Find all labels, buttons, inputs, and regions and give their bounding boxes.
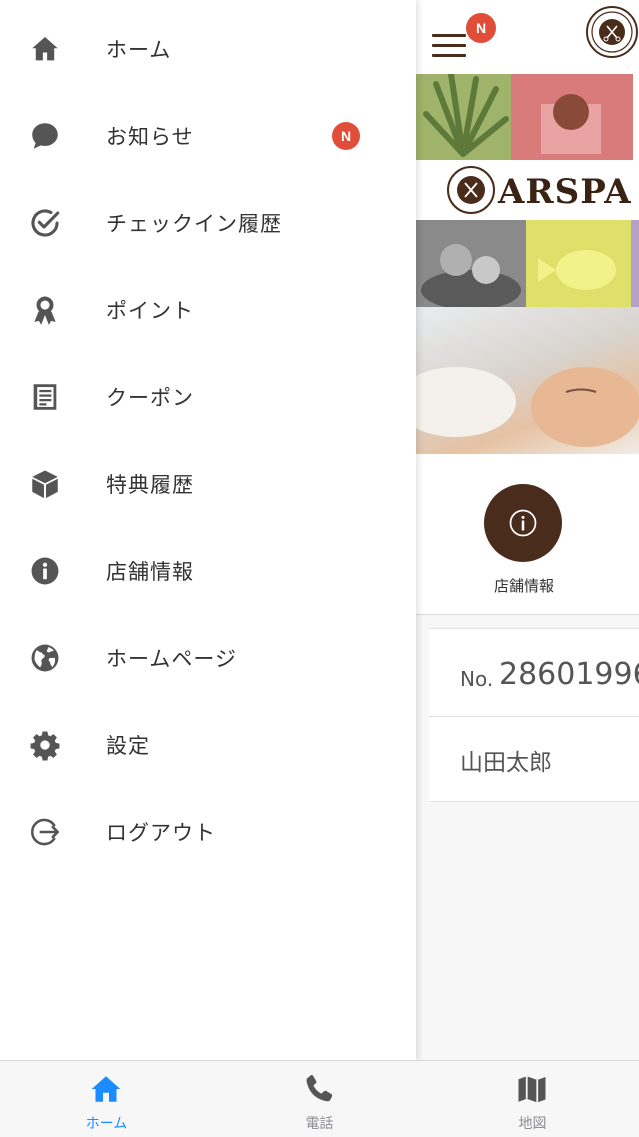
hamburger-line — [432, 54, 466, 57]
tab-label: 地図 — [518, 1116, 547, 1132]
member-name: 山田太郎 — [460, 750, 552, 776]
home-icon — [91, 1076, 121, 1102]
map-icon — [518, 1076, 546, 1103]
hamburger-line — [432, 34, 466, 37]
store-info-section: 店舗情報 — [416, 454, 639, 615]
news-new-badge: N — [332, 121, 360, 150]
drawer-item-label: ポイント — [106, 298, 194, 323]
menu-notification-badge: N — [466, 13, 496, 43]
brand-name: ARSPA — [498, 172, 632, 212]
banner-logo — [447, 166, 495, 214]
member-number-prefix: No. — [460, 667, 494, 691]
drawer-item-coupon[interactable]: クーポン — [0, 353, 416, 440]
chat-bubble-icon — [28, 119, 62, 153]
main-content: N ARSPA 店舗情報 No. 28601996 山田太郎 — [416, 0, 639, 1060]
drawer-item-label: チェックイン履歴 — [106, 211, 282, 236]
hamburger-line — [432, 44, 466, 47]
member-number-card: No. 28601996 — [429, 628, 639, 717]
drawer-item-store-info[interactable]: 店舗情報 — [0, 527, 416, 614]
phone-icon — [306, 1075, 333, 1102]
cactus-photo — [511, 74, 633, 160]
info-icon — [509, 509, 537, 537]
tab-label: 電話 — [305, 1116, 334, 1132]
logout-icon — [28, 815, 62, 849]
check-circle-icon — [28, 206, 62, 240]
bottom-tab-bar: ホーム 電話 地図 — [0, 1060, 639, 1137]
drawer-item-label: クーポン — [106, 385, 194, 410]
drawer-item-settings[interactable]: 設定 — [0, 701, 416, 788]
drawer-item-homepage[interactable]: ホームページ — [0, 614, 416, 701]
drawer-item-label: 店舗情報 — [106, 559, 194, 584]
banner-edge — [631, 220, 639, 307]
award-ribbon-icon — [28, 293, 62, 327]
home-icon — [28, 32, 62, 66]
store-banner: ARSPA — [416, 74, 639, 454]
member-number: 28601996 — [499, 657, 639, 692]
tab-home[interactable]: ホーム — [0, 1061, 213, 1137]
tab-label: ホーム — [85, 1116, 128, 1132]
drawer-item-label: 設定 — [106, 733, 150, 758]
tab-map[interactable]: 地図 — [426, 1061, 639, 1137]
app-header: N — [416, 0, 639, 74]
drawer-item-label: ホームページ — [106, 646, 237, 671]
brand-logo — [586, 6, 638, 58]
drawer-item-label: ホーム — [106, 37, 172, 62]
tab-phone[interactable]: 電話 — [213, 1061, 426, 1137]
drawer-item-checkin-history[interactable]: チェックイン履歴 — [0, 179, 416, 266]
drawer-item-label: 特典履歴 — [106, 472, 194, 497]
member-name-card: 山田太郎 — [429, 716, 639, 802]
side-drawer: ホーム お知らせ N チェックイン履歴 ポイント クーポン 特典履歴 店舗情報 … — [0, 0, 416, 1060]
box-icon — [28, 467, 62, 501]
menu-button[interactable] — [432, 34, 466, 58]
succulent-photo — [416, 74, 511, 160]
coupon-list-icon — [28, 380, 62, 414]
drawer-item-benefit-history[interactable]: 特典履歴 — [0, 440, 416, 527]
drawer-item-points[interactable]: ポイント — [0, 266, 416, 353]
store-info-button[interactable] — [484, 484, 562, 562]
gear-icon — [28, 728, 62, 762]
drawer-item-label: お知らせ — [106, 124, 194, 149]
terrarium-photo — [416, 220, 526, 307]
fish-photo — [526, 220, 631, 307]
banner-brand-bar: ARSPA — [416, 160, 639, 220]
drawer-item-logout[interactable]: ログアウト — [0, 788, 416, 875]
banner-edge — [633, 74, 639, 160]
drawer-item-label: ログアウト — [106, 820, 216, 845]
store-info-label: 店舗情報 — [493, 577, 554, 595]
spa-photo — [416, 307, 639, 454]
drawer-item-home[interactable]: ホーム — [0, 5, 416, 92]
globe-icon — [28, 641, 62, 675]
info-icon — [28, 554, 62, 588]
drawer-item-news[interactable]: お知らせ N — [0, 92, 416, 179]
